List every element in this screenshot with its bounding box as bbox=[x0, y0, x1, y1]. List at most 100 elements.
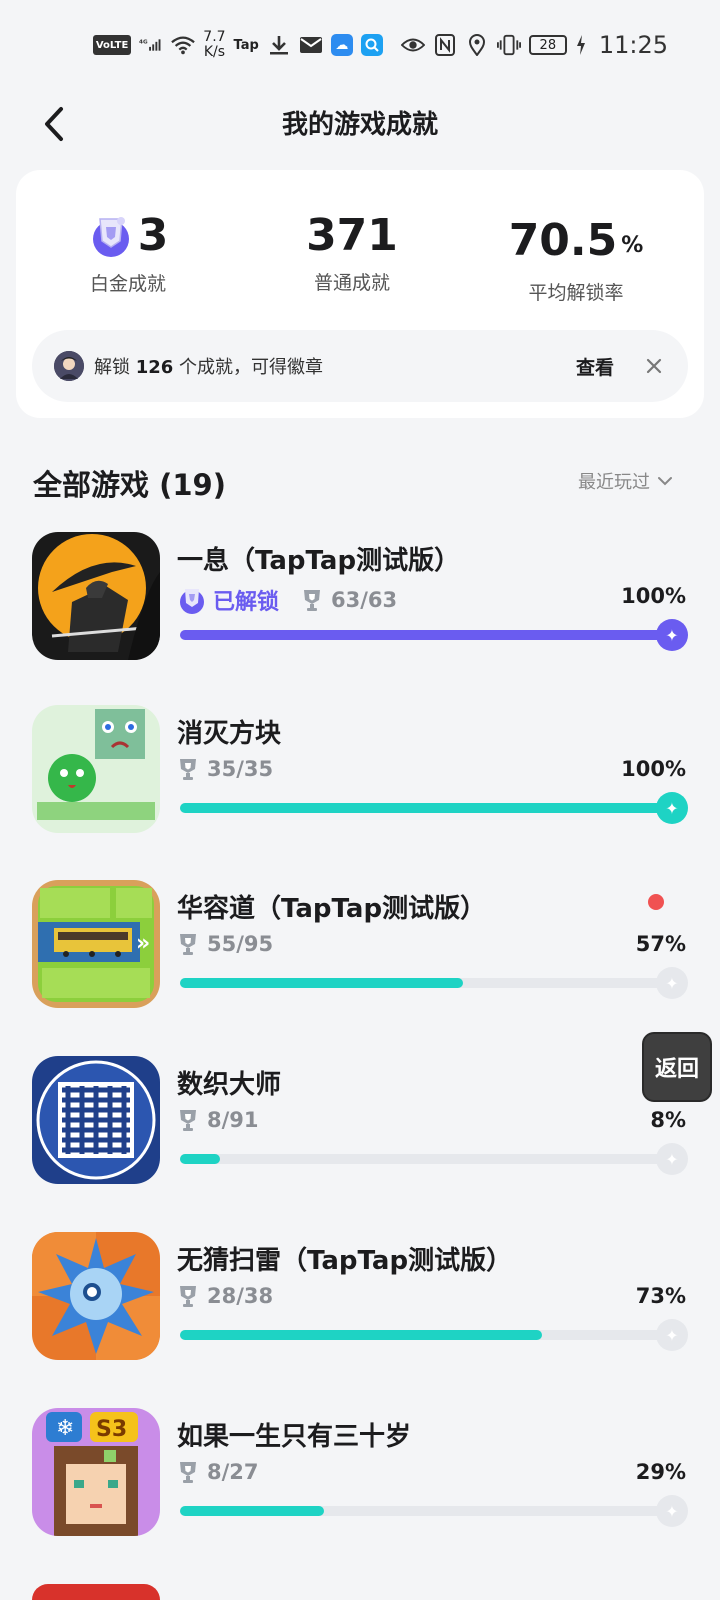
percent-label: 73% bbox=[635, 1284, 686, 1308]
game-icon-saolei bbox=[32, 1232, 160, 1360]
game-row[interactable]: 无猜扫雷（TapTap测试版） 28/38 73% ✦ bbox=[0, 1232, 720, 1382]
game-meta: 55/95 bbox=[177, 932, 273, 956]
nfc-icon bbox=[433, 33, 457, 57]
wifi-icon bbox=[171, 33, 196, 57]
percent-label: 100% bbox=[621, 584, 686, 608]
normal-count: 371 bbox=[306, 210, 398, 261]
download-icon bbox=[267, 33, 291, 57]
search-app-icon bbox=[360, 34, 383, 56]
taptap-notification: Tap bbox=[233, 37, 259, 53]
speed-unit: K/s bbox=[203, 44, 226, 60]
game-meta: 8/27 bbox=[177, 1460, 259, 1484]
banner-suffix: 个成就，可得徽章 bbox=[173, 357, 324, 378]
star-dot-icon: ✦ bbox=[656, 1143, 688, 1175]
charging-icon bbox=[575, 33, 587, 57]
banner-text: 解锁 126 个成就，可得徽章 bbox=[94, 353, 576, 379]
progress-track: ✦ bbox=[180, 1143, 688, 1175]
mail-icon bbox=[299, 33, 323, 57]
normal-stat[interactable]: 371 普通成就 bbox=[242, 210, 462, 295]
achievement-count: 35/35 bbox=[207, 757, 274, 781]
achievement-count: 8/91 bbox=[207, 1108, 259, 1132]
progress-fill bbox=[180, 1154, 220, 1164]
normal-label: 普通成就 bbox=[313, 272, 390, 294]
game-row[interactable]: 一息（TapTap测试版） 已解锁 63/63 100% ✦ bbox=[0, 532, 720, 682]
svg-text:4G: 4G bbox=[139, 40, 148, 46]
view-button[interactable]: 查看 bbox=[576, 353, 614, 380]
game-row[interactable]: » 华容道（TapTap测试版） 55/95 57% ✦ bbox=[0, 880, 720, 1030]
rate-value: 70.5 bbox=[508, 215, 618, 266]
game-icon-xiaomie bbox=[32, 705, 160, 833]
progress-fill bbox=[180, 1506, 324, 1516]
floating-back-button[interactable]: 返回 bbox=[642, 1032, 712, 1102]
game-name: 如果一生只有三十岁 bbox=[177, 1422, 412, 1452]
banner-prefix: 解锁 bbox=[94, 357, 136, 378]
progress-fill bbox=[180, 978, 463, 988]
new-indicator-dot bbox=[648, 894, 664, 910]
game-meta: 28/38 bbox=[177, 1284, 273, 1308]
trophy-icon bbox=[180, 1462, 196, 1483]
location-icon bbox=[465, 33, 489, 57]
game-name: 数织大师 bbox=[177, 1070, 282, 1100]
game-row[interactable]: ❄ S3 如果一生只有三十岁 8/27 29% ✦ bbox=[0, 1408, 720, 1558]
percent-label: 57% bbox=[635, 932, 686, 956]
percent-label: 8% bbox=[650, 1108, 686, 1132]
game-row[interactable]: 消灭方块 35/35 100% ✦ bbox=[0, 705, 720, 855]
percent-label: 29% bbox=[635, 1460, 686, 1484]
rate-stat[interactable]: 70.5 % 平均解锁率 bbox=[466, 210, 686, 305]
achievement-count: 63/63 bbox=[331, 588, 398, 612]
progress-track: ✦ bbox=[180, 619, 688, 651]
star-dot-icon: ✦ bbox=[656, 792, 688, 824]
trophy-icon bbox=[304, 590, 321, 611]
rate-unit: % bbox=[621, 233, 644, 258]
platinum-trophy-icon bbox=[180, 589, 204, 614]
game-icon-yixi bbox=[32, 532, 160, 660]
progress-track: ✦ bbox=[180, 967, 688, 999]
network-speed: 7.7 K/s bbox=[203, 30, 225, 60]
rate-label: 平均解锁率 bbox=[528, 282, 624, 304]
svg-text:S3: S3 bbox=[96, 1417, 127, 1442]
vibrate-icon bbox=[496, 33, 521, 57]
trophy-icon bbox=[180, 1286, 196, 1307]
game-row[interactable]: 数织大师 8/91 8% ✦ bbox=[0, 1056, 720, 1206]
eye-icon bbox=[400, 33, 425, 57]
section-title: 全部游戏 (19) bbox=[33, 468, 226, 502]
close-icon bbox=[646, 358, 662, 374]
sort-select[interactable]: 最近玩过 bbox=[578, 468, 672, 494]
svg-text:❄: ❄ bbox=[56, 1416, 74, 1441]
star-dot-icon: ✦ bbox=[656, 967, 688, 999]
platinum-label: 白金成就 bbox=[89, 273, 166, 295]
weather-app-icon: ☁ bbox=[330, 34, 353, 56]
achievement-count: 8/27 bbox=[207, 1460, 259, 1484]
progress-fill bbox=[180, 630, 676, 640]
badge-avatar-icon bbox=[54, 351, 84, 381]
game-name: 消灭方块 bbox=[177, 719, 282, 749]
badge-banner: 解锁 126 个成就，可得徽章 查看 bbox=[32, 330, 688, 402]
game-meta: 35/35 bbox=[177, 757, 273, 781]
trophy-icon bbox=[180, 759, 196, 780]
progress-fill bbox=[180, 803, 676, 813]
progress-fill bbox=[180, 1330, 543, 1340]
game-name: 一息（TapTap测试版） bbox=[177, 546, 461, 576]
close-button[interactable] bbox=[642, 354, 666, 378]
star-dot-icon: ✦ bbox=[656, 619, 688, 651]
game-name: 华容道（TapTap测试版） bbox=[177, 894, 487, 924]
trophy-icon bbox=[180, 1110, 196, 1131]
platinum-count: 3 bbox=[137, 210, 169, 261]
game-icon-huarongdao: » bbox=[32, 880, 160, 1008]
star-dot-icon: ✦ bbox=[656, 1319, 688, 1351]
svg-text:»: » bbox=[136, 931, 150, 956]
game-meta: 已解锁 63/63 bbox=[177, 584, 397, 616]
progress-track: ✦ bbox=[180, 1319, 688, 1351]
game-icon-shuzhi bbox=[32, 1056, 160, 1184]
achievement-count: 28/38 bbox=[207, 1284, 274, 1308]
game-name: 无猜扫雷（TapTap测试版） bbox=[177, 1246, 513, 1276]
progress-track: ✦ bbox=[180, 1495, 688, 1527]
star-dot-icon: ✦ bbox=[656, 1495, 688, 1527]
platinum-unlocked-badge: 已解锁 bbox=[177, 584, 279, 616]
trophy-icon bbox=[180, 934, 196, 955]
platinum-stat[interactable]: 3 白金成就 bbox=[18, 210, 238, 296]
unlocked-label: 已解锁 bbox=[213, 590, 280, 615]
battery-indicator: 28 bbox=[528, 35, 567, 55]
page-title: 我的游戏成就 bbox=[281, 110, 438, 140]
platinum-trophy-icon bbox=[92, 217, 129, 257]
